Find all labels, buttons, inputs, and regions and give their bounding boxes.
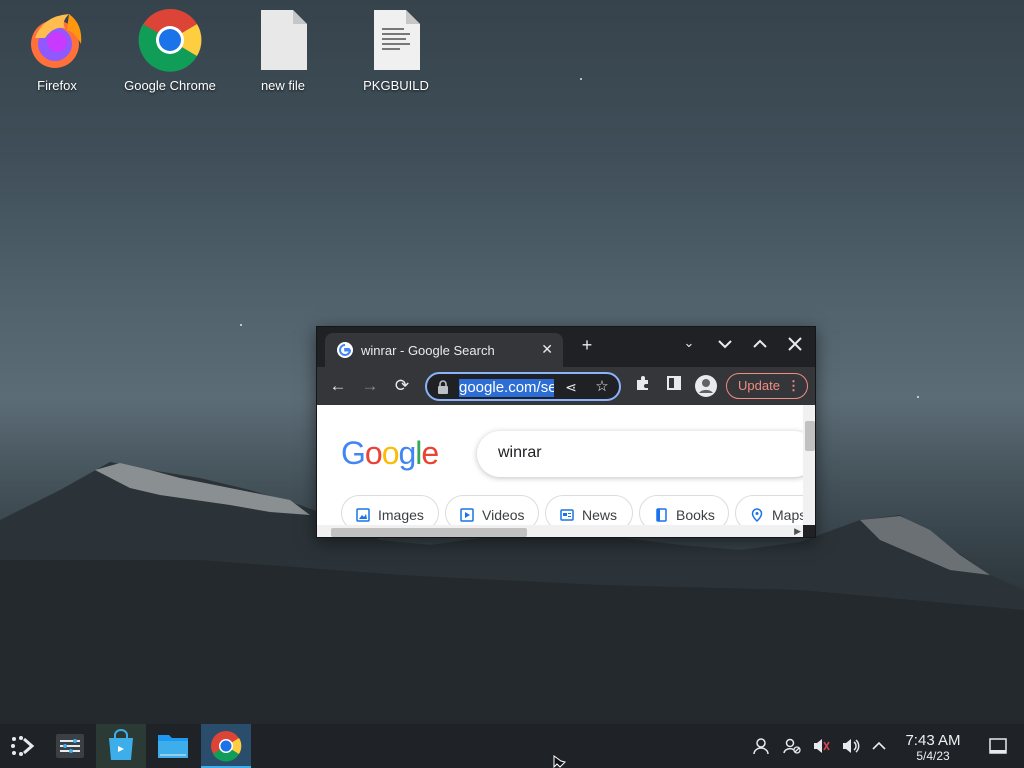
file-manager-icon[interactable] [148, 724, 198, 768]
update-label: Update [738, 378, 780, 393]
bookmark-star-icon[interactable]: ☆ [591, 376, 613, 398]
tab-strip: winrar - Google Search ✕ + ⌄ [317, 327, 815, 367]
blank-file-icon [251, 8, 315, 72]
star [917, 396, 919, 398]
chip-label: Books [676, 507, 715, 523]
chip-label: Images [378, 507, 424, 523]
text-file-icon [364, 8, 428, 72]
desktop-icon-label: new file [260, 78, 306, 93]
scrollbar-thumb[interactable] [805, 421, 815, 451]
maximize-icon[interactable] [748, 335, 772, 359]
extensions-icon[interactable] [632, 375, 654, 397]
map-pin-icon [750, 508, 764, 523]
user-icon[interactable] [751, 736, 771, 756]
image-icon [356, 508, 370, 522]
book-icon [654, 508, 668, 522]
page-content: Google winrar Images Videos News Books M… [317, 405, 803, 525]
tab-close-icon[interactable]: ✕ [541, 341, 553, 358]
desktop-icon-firefox[interactable]: Firefox [2, 8, 112, 93]
share-icon[interactable]: ⋖ [560, 376, 582, 398]
side-panel-icon[interactable] [663, 375, 685, 397]
forward-icon[interactable]: → [359, 375, 381, 397]
chip-label: Videos [482, 507, 525, 523]
firefox-icon [25, 8, 89, 72]
minimize-icon[interactable] [713, 335, 737, 359]
chrome-icon [138, 8, 202, 72]
browser-toolbar: ← → ⟳ google.com/se ⋖ ☆ Update ⋮ [317, 367, 815, 405]
reload-icon[interactable]: ⟳ [391, 375, 413, 397]
star [240, 324, 242, 326]
chip-label: Maps [772, 507, 803, 523]
google-logo[interactable]: Google [341, 435, 439, 472]
tab-search-icon[interactable]: ⌄ [677, 335, 701, 359]
update-button[interactable]: Update ⋮ [726, 373, 808, 399]
chip-videos[interactable]: Videos [445, 495, 539, 525]
menu-kebab-icon: ⋮ [787, 378, 800, 393]
search-input[interactable]: winrar [477, 431, 803, 477]
desktop-icon-label: Firefox [37, 78, 77, 93]
tab-winrar-search[interactable]: winrar - Google Search ✕ [325, 333, 563, 367]
desktop-icon-label: PKGBUILD [363, 78, 429, 93]
address-bar[interactable]: google.com/se ⋖ ☆ [425, 372, 621, 401]
tray-expand-icon[interactable] [869, 736, 889, 756]
discover-store-icon[interactable] [96, 724, 146, 768]
back-icon[interactable]: ← [327, 375, 349, 397]
mute-icon[interactable] [811, 736, 831, 756]
show-desktop-icon[interactable] [988, 736, 1008, 756]
google-favicon-icon [337, 342, 353, 358]
app-launcher-icon[interactable] [0, 724, 50, 768]
profile-avatar-icon[interactable] [695, 375, 717, 397]
tab-title: winrar - Google Search [361, 343, 495, 358]
desktop-icon-label: Google Chrome [124, 78, 216, 93]
chip-images[interactable]: Images [341, 495, 439, 525]
volume-icon[interactable] [841, 736, 861, 756]
scrollbar-thumb[interactable] [331, 528, 527, 537]
star [580, 78, 582, 80]
chrome-window[interactable]: winrar - Google Search ✕ + ⌄ ← → ⟳ googl… [316, 326, 816, 538]
scroll-right-icon[interactable]: ▶ [794, 526, 801, 537]
mouse-cursor-icon [553, 755, 566, 768]
video-icon [460, 508, 474, 522]
clock-date: 5/4/23 [916, 749, 950, 763]
news-icon [560, 508, 574, 522]
horizontal-scrollbar[interactable]: ▶ [317, 525, 803, 537]
desktop-icon-chrome[interactable]: Google Chrome [115, 8, 225, 93]
desktop-icon-new-file[interactable]: new file [228, 8, 338, 93]
system-settings-icon[interactable] [45, 724, 95, 768]
clock-time: 7:43 AM [905, 732, 961, 749]
desktop-icon-pkgbuild[interactable]: PKGBUILD [341, 8, 451, 93]
chip-books[interactable]: Books [639, 495, 729, 525]
taskbar-chrome-icon[interactable] [201, 724, 251, 768]
chip-news[interactable]: News [545, 495, 633, 525]
lock-icon [437, 380, 449, 394]
url-text[interactable]: google.com/se [459, 379, 554, 397]
new-tab-icon[interactable]: + [575, 335, 599, 359]
close-window-icon[interactable] [783, 335, 807, 359]
chip-label: News [582, 507, 618, 523]
vertical-scrollbar[interactable] [803, 405, 815, 525]
chip-maps[interactable]: Maps [735, 495, 803, 525]
search-query: winrar [498, 444, 542, 461]
network-icon[interactable] [782, 736, 802, 756]
taskbar: 7:43 AM 5/4/23 [0, 724, 1024, 768]
clock[interactable]: 7:43 AM 5/4/23 [893, 732, 973, 763]
